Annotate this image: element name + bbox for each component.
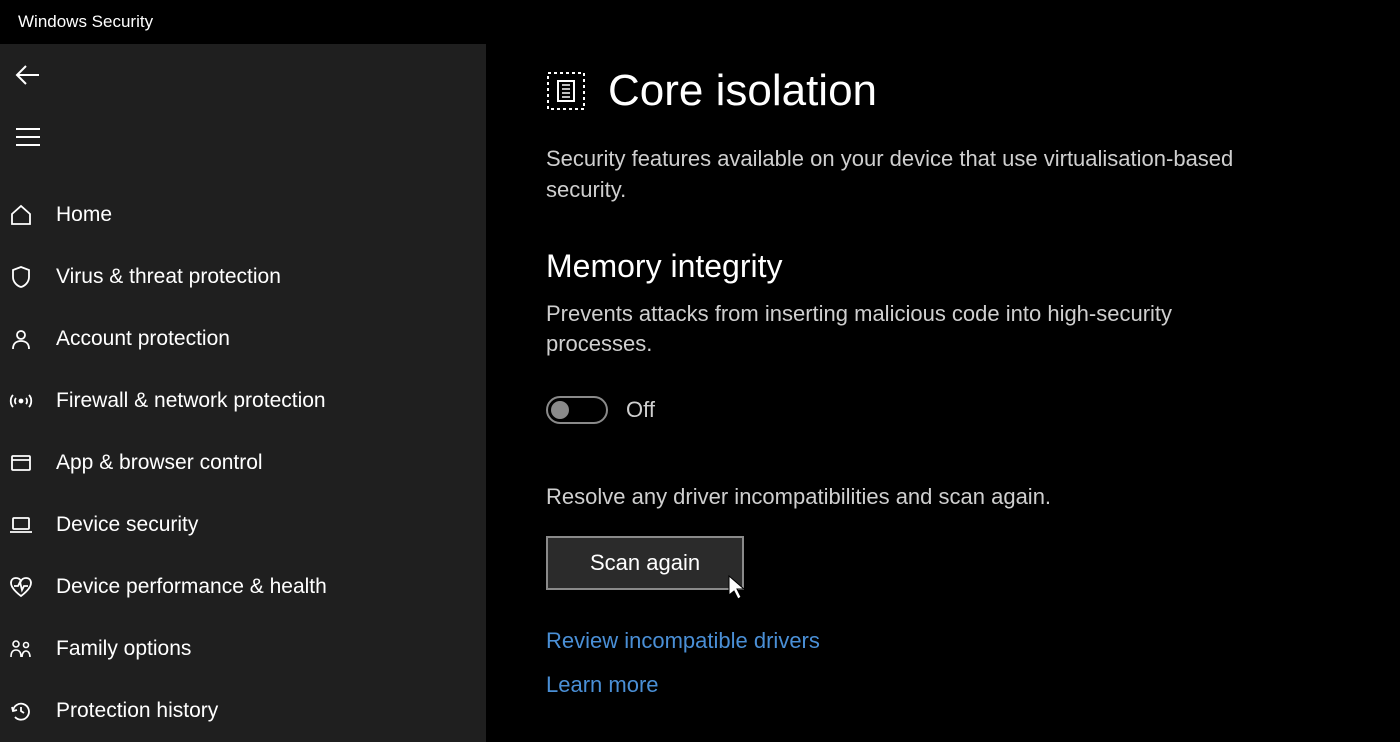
shield-icon [8, 264, 34, 290]
sidebar-item-label: App & browser control [56, 451, 263, 475]
memory-integrity-toggle[interactable] [546, 396, 608, 424]
page-subtitle: Security features available on your devi… [546, 144, 1306, 206]
person-icon [8, 326, 34, 352]
sidebar-item-performance[interactable]: Device performance & health [0, 556, 486, 618]
sidebar-item-label: Firewall & network protection [56, 389, 326, 413]
scan-again-button[interactable]: Scan again [546, 536, 744, 590]
laptop-icon [8, 512, 34, 538]
sidebar-item-virus[interactable]: Virus & threat protection [0, 246, 486, 308]
family-icon [8, 636, 34, 662]
sidebar-item-app-browser[interactable]: App & browser control [0, 432, 486, 494]
sidebar-item-label: Home [56, 203, 112, 227]
review-drivers-link[interactable]: Review incompatible drivers [546, 628, 1340, 654]
resolve-info-text: Resolve any driver incompatibilities and… [546, 484, 1340, 510]
sidebar-nav: Home Virus & threat protection Acco [0, 184, 486, 742]
back-button[interactable] [4, 52, 52, 98]
sidebar-item-label: Family options [56, 637, 191, 661]
sidebar-item-label: Device security [56, 513, 198, 537]
main-content: Core isolation Security features availab… [486, 44, 1400, 742]
core-isolation-icon [546, 71, 586, 111]
home-icon [8, 202, 34, 228]
page-title: Core isolation [608, 66, 877, 116]
sidebar: Home Virus & threat protection Acco [0, 44, 486, 742]
toggle-knob [551, 401, 569, 419]
sidebar-item-label: Protection history [56, 699, 218, 723]
learn-more-link[interactable]: Learn more [546, 672, 1340, 698]
sidebar-item-family[interactable]: Family options [0, 618, 486, 680]
sidebar-item-home[interactable]: Home [0, 184, 486, 246]
hamburger-icon [16, 128, 40, 146]
sidebar-item-device-security[interactable]: Device security [0, 494, 486, 556]
sidebar-item-label: Account protection [56, 327, 230, 351]
back-arrow-icon [15, 64, 41, 86]
heart-activity-icon [8, 574, 34, 600]
broadcast-icon [8, 388, 34, 414]
sidebar-item-label: Device performance & health [56, 575, 327, 599]
window-title: Windows Security [0, 0, 1400, 44]
sidebar-item-history[interactable]: Protection history [0, 680, 486, 742]
memory-integrity-heading: Memory integrity [546, 248, 1340, 285]
toggle-state-label: Off [626, 397, 655, 423]
memory-integrity-desc: Prevents attacks from inserting maliciou… [546, 299, 1246, 361]
sidebar-item-account[interactable]: Account protection [0, 308, 486, 370]
window-icon [8, 450, 34, 476]
hamburger-button[interactable] [4, 114, 52, 160]
sidebar-item-label: Virus & threat protection [56, 265, 281, 289]
history-icon [8, 698, 34, 724]
sidebar-item-firewall[interactable]: Firewall & network protection [0, 370, 486, 432]
